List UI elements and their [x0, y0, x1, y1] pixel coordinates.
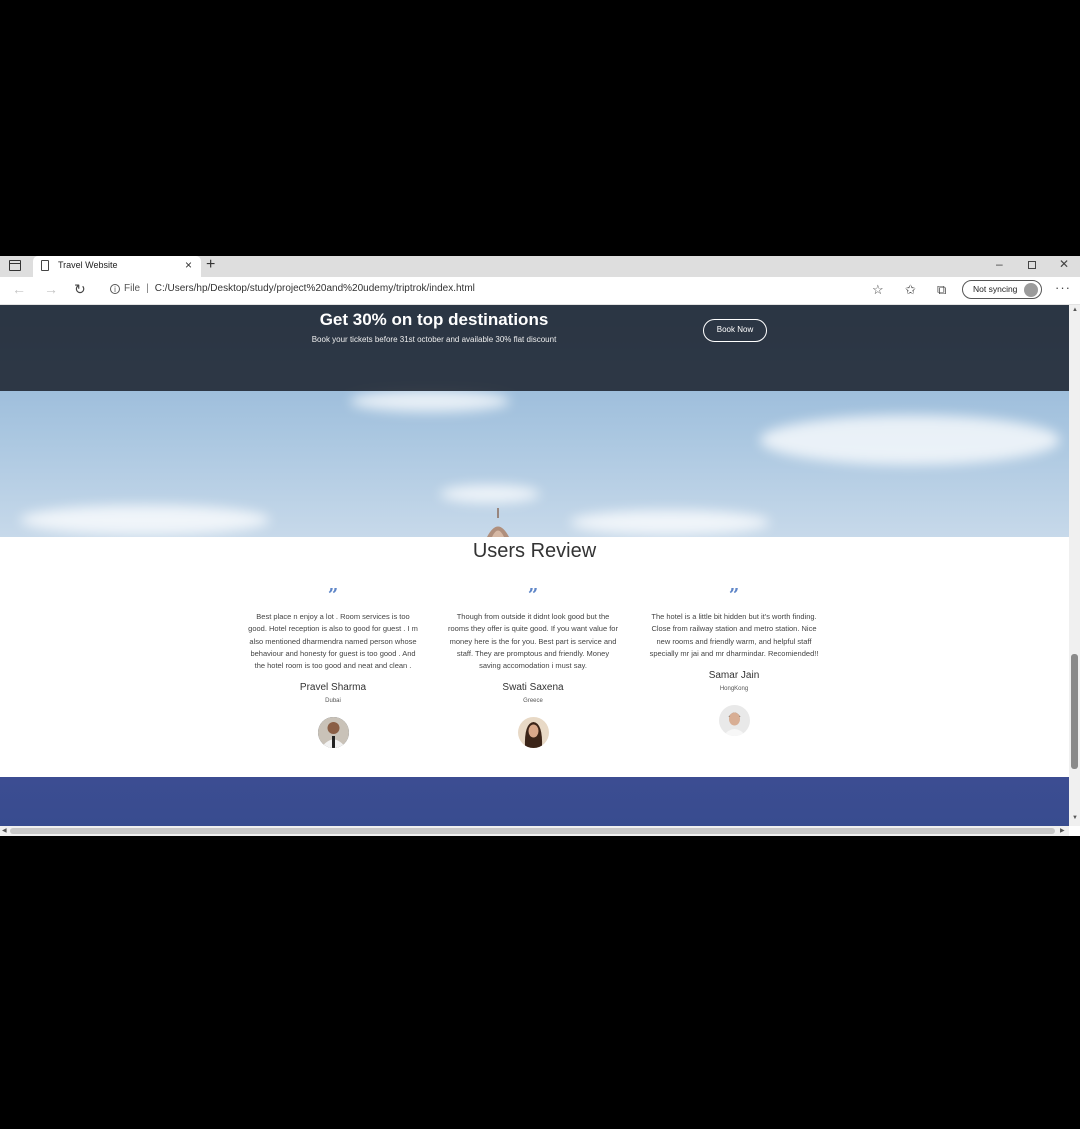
- refresh-icon[interactable]: ↻: [74, 281, 86, 298]
- footer-band: [0, 777, 1069, 826]
- reviewer-avatar: [517, 717, 549, 749]
- tab-title: Travel Website: [58, 260, 118, 270]
- browser-tab[interactable]: Travel Website ×: [33, 256, 201, 277]
- vertical-scrollbar[interactable]: ▲ ▼: [1069, 305, 1080, 826]
- more-icon[interactable]: ···: [1055, 280, 1071, 295]
- file-label: File: [124, 283, 141, 294]
- review-text: The hotel is a little bit hidden but it'…: [649, 612, 819, 658]
- sync-label: Not syncing: [973, 284, 1018, 294]
- scroll-left-icon[interactable]: ◀: [2, 827, 7, 834]
- reviewer-name: Swati Saxena: [502, 682, 564, 694]
- quote-icon: ”: [327, 585, 339, 606]
- review-text: Though from outside it didnt look good b…: [448, 612, 618, 671]
- quote-icon: ”: [728, 585, 740, 606]
- window-close-icon[interactable]: ✕: [1059, 257, 1069, 271]
- scrollbar-thumb[interactable]: [1071, 654, 1078, 769]
- review-text: Best place n enjoy a lot . Room services…: [248, 612, 418, 671]
- collections-icon[interactable]: ⧉: [937, 282, 946, 298]
- scrollbar-thumb[interactable]: [10, 828, 1055, 834]
- plus-icon[interactable]: +: [206, 256, 215, 274]
- restore-icon[interactable]: [1028, 261, 1036, 269]
- reviewer-name: Pravel Sharma: [299, 682, 367, 694]
- hero-sky-background: Get 30% on top destinations Book your ti…: [0, 305, 1069, 537]
- book-now-button[interactable]: Book Now: [703, 319, 767, 342]
- favorites-add-icon[interactable]: ☆: [872, 282, 884, 298]
- forward-icon[interactable]: →: [44, 281, 58, 297]
- address-separator: |: [146, 283, 149, 294]
- browser-window: Travel Website × + – ✕ ← → ↻ i File | C:/Us…: [0, 256, 1080, 836]
- scroll-up-icon[interactable]: ▲: [1072, 307, 1078, 313]
- reviewer-location: Greece: [523, 698, 543, 705]
- browser-toolbar: ← → ↻ i File | C:/Users/hp/Desktop/study/pr…: [0, 277, 1080, 305]
- address-bar[interactable]: i File | C:/Users/hp/Desktop/study/project%…: [110, 283, 475, 294]
- review-card: ” The hotel is a little bit hidden but i…: [647, 585, 821, 737]
- reviewer-location: HongKong: [719, 686, 749, 693]
- page-viewport: Get 30% on top destinations Book your ti…: [0, 305, 1069, 826]
- promo-banner: Get 30% on top destinations Book your ti…: [0, 305, 1069, 391]
- page-icon: [41, 260, 49, 271]
- users-review-section: Users Review ” Best place n enjoy a lot …: [0, 537, 1069, 777]
- reviewer-avatar: [718, 705, 750, 737]
- section-title: Users Review: [472, 540, 597, 562]
- review-card: ” Best place n enjoy a lot . Room servic…: [246, 585, 420, 749]
- close-icon[interactable]: ×: [185, 258, 192, 272]
- back-icon[interactable]: ←: [12, 281, 26, 297]
- reviewer-name: Samar Jain: [708, 670, 760, 682]
- horizontal-scrollbar[interactable]: ◀ ▶: [0, 826, 1069, 836]
- url-text: C:/Users/hp/Desktop/study/project%20and%…: [154, 283, 475, 294]
- browser-menu-icon[interactable]: [9, 260, 21, 271]
- review-card: ” Though from outside it didnt look good…: [446, 585, 620, 749]
- reviewer-avatar: [317, 717, 349, 749]
- profile-avatar-icon: [1024, 282, 1038, 297]
- profile-sync-button[interactable]: Not syncing: [962, 280, 1042, 299]
- scroll-down-icon[interactable]: ▼: [1072, 815, 1078, 821]
- quote-icon: ”: [527, 585, 539, 606]
- minimize-icon[interactable]: –: [996, 257, 1003, 271]
- tab-strip: Travel Website × + – ✕: [0, 256, 1080, 277]
- scroll-right-icon[interactable]: ▶: [1060, 827, 1065, 834]
- info-icon[interactable]: i: [110, 284, 120, 294]
- reviewer-location: Dubai: [325, 698, 341, 705]
- temple-spire-image: [487, 508, 509, 537]
- favorites-icon[interactable]: ✩: [905, 282, 916, 298]
